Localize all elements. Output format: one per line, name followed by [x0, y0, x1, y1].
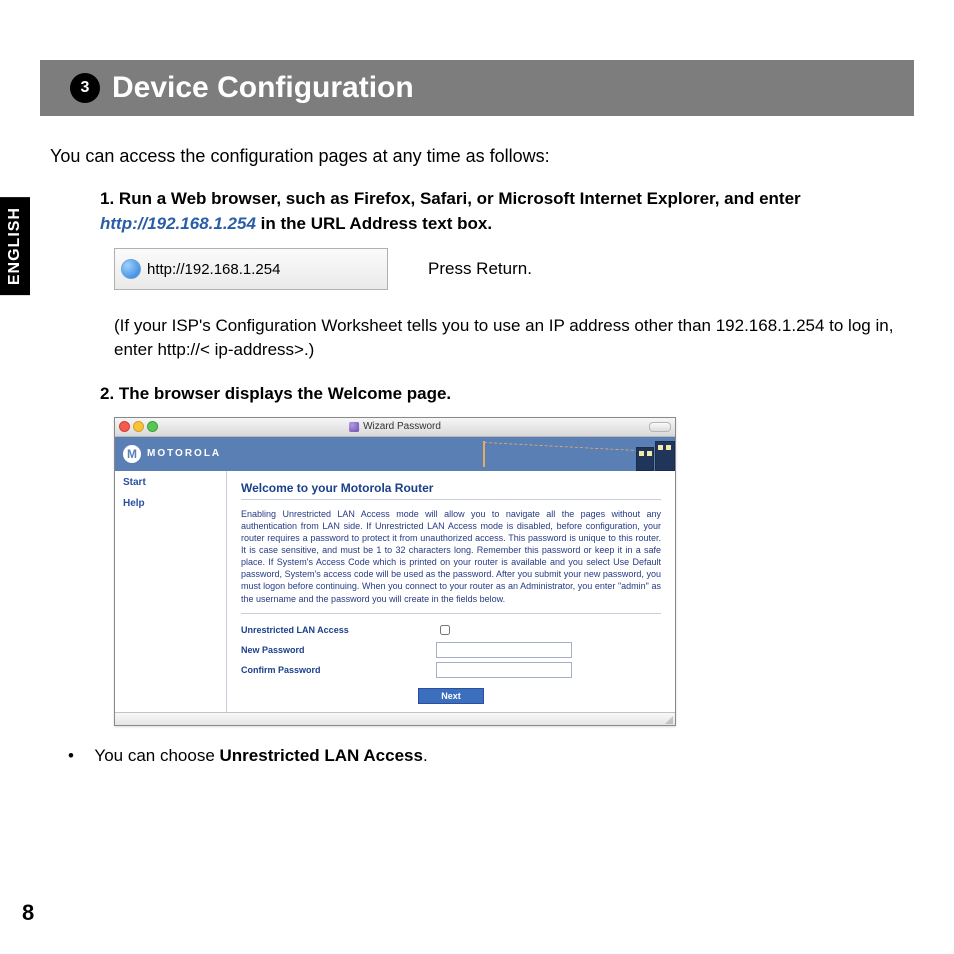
- titlebar-pill: [649, 422, 671, 432]
- close-icon[interactable]: [119, 421, 130, 432]
- page-number: 8: [22, 900, 34, 926]
- motorola-brand-text: MOTOROLA: [147, 448, 221, 459]
- step2-heading: 2. The browser displays the Welcome page…: [100, 382, 914, 407]
- welcome-heading: Welcome to your Motorola Router: [241, 481, 661, 500]
- header-artwork: [475, 437, 675, 471]
- step2-lead: The browser displays the Welcome page.: [119, 384, 451, 403]
- confirm-password-label: Confirm Password: [241, 665, 436, 675]
- press-return-text: Press Return.: [428, 259, 532, 279]
- step1-url: http://192.168.1.254: [100, 214, 256, 233]
- browser-address-bar[interactable]: http://192.168.1.254: [114, 248, 388, 290]
- bullet-suffix: .: [423, 746, 428, 765]
- resize-grip-icon[interactable]: [665, 716, 673, 724]
- new-password-label: New Password: [241, 645, 436, 655]
- minimize-icon[interactable]: [133, 421, 144, 432]
- unrestricted-lan-checkbox[interactable]: [440, 625, 450, 635]
- unrestricted-lan-label: Unrestricted LAN Access: [241, 625, 436, 635]
- window-titlebar: Wizard Password: [115, 418, 675, 437]
- zoom-icon[interactable]: [147, 421, 158, 432]
- step1-lead-part1: Run a Web browser, such as Firefox, Safa…: [119, 189, 801, 208]
- router-sidebar: Start Help: [115, 471, 227, 712]
- new-password-input[interactable]: [436, 642, 572, 658]
- motorola-logo-icon: M: [123, 445, 141, 463]
- step1-heading: 1. Run a Web browser, such as Firefox, S…: [100, 187, 914, 236]
- globe-icon: [121, 259, 141, 279]
- section-header: 3 Device Configuration: [40, 60, 914, 116]
- section-number-badge: 3: [70, 73, 100, 103]
- bullet-prefix: You can choose: [94, 746, 219, 765]
- sidebar-item-help[interactable]: Help: [123, 498, 218, 509]
- step1-number: 1.: [100, 189, 114, 208]
- section-title: Device Configuration: [112, 71, 414, 105]
- step1-note: (If your ISP's Configuration Worksheet t…: [114, 314, 914, 362]
- wizard-icon: [349, 422, 359, 432]
- router-brand-bar: M MOTOROLA: [115, 437, 675, 471]
- next-button[interactable]: Next: [418, 688, 484, 704]
- address-bar-text: http://192.168.1.254: [147, 261, 280, 278]
- window-statusbar: [115, 712, 675, 725]
- bullet-note: • You can choose Unrestricted LAN Access…: [68, 746, 914, 766]
- confirm-password-input[interactable]: [436, 662, 572, 678]
- welcome-description: Enabling Unrestricted LAN Access mode wi…: [241, 508, 661, 614]
- step2-number: 2.: [100, 384, 114, 403]
- sidebar-item-start[interactable]: Start: [123, 477, 218, 488]
- step1-lead-part2: in the URL Address text box.: [256, 214, 492, 233]
- intro-text: You can access the configuration pages a…: [50, 146, 914, 167]
- router-screenshot: Wizard Password M MOTOROLA St: [114, 417, 676, 726]
- window-title: Wizard Password: [349, 421, 441, 432]
- bullet-bold: Unrestricted LAN Access: [220, 746, 423, 765]
